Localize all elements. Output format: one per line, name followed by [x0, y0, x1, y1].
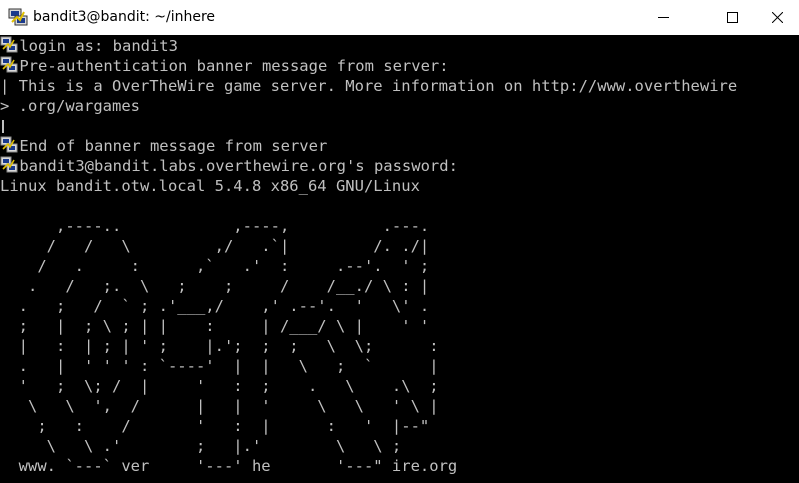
- minimize-icon: [658, 17, 669, 18]
- ascii-art-line: ' ; \; / | ' : ; . \ .\ ;: [0, 377, 439, 395]
- banner-end-line: End of banner message from server: [10, 137, 328, 155]
- ascii-art-line: | : | ; | ' ; |.'; ; ; \ \; :: [0, 337, 439, 355]
- putty-icon[interactable]: [8, 8, 28, 26]
- ascii-art-line: . / ;. \ ; ; / /__./ \ : |: [0, 277, 430, 295]
- login-line: login as: bandit3: [10, 37, 178, 55]
- password-prompt: bandit3@bandit.labs.overthewire.org's pa…: [10, 157, 458, 175]
- minimize-button[interactable]: [640, 0, 686, 35]
- ascii-art-line: / / \ ,/ .`| /. ./|: [0, 237, 430, 255]
- maximize-icon: [727, 12, 738, 23]
- banner-line: | This is a OverTheWire game server. Mor…: [0, 77, 738, 95]
- ascii-art-line: ,----.. ,----, .---.: [0, 217, 430, 235]
- ascii-art-line: ; | ; \ ; | | : | /___/ \ | ' ': [0, 317, 430, 335]
- banner-start-line: Pre-authentication banner message from s…: [10, 57, 449, 75]
- close-button[interactable]: [754, 0, 799, 35]
- window-title: bandit3@bandit: ~/inhere: [33, 9, 216, 25]
- ascii-art-line: . ; / ` ; .'___,/ ,' .--'. ' \' .: [0, 297, 430, 315]
- ascii-art-line: www. `---` ver '---' he '---" ire.org: [0, 457, 458, 475]
- ascii-art-line: / . : ,` .' : .--'. ' ;: [0, 257, 430, 275]
- close-icon: [772, 12, 783, 23]
- ascii-art-line: . | ' ' ' : `----' | | \ ; ` |: [0, 357, 439, 375]
- putty-window: bandit3@bandit: ~/inhere login as: bandi…: [0, 0, 799, 483]
- maximize-button[interactable]: [709, 0, 755, 35]
- terminal-area[interactable]: login as: bandit3 Pre-authentication ban…: [0, 35, 799, 483]
- banner-line: > .org/wargames: [0, 97, 140, 115]
- title-bar[interactable]: bandit3@bandit: ~/inhere: [0, 0, 799, 35]
- system-info-line: Linux bandit.otw.local 5.4.8 x86_64 GNU/…: [0, 177, 420, 195]
- banner-margin-bar: [2, 120, 4, 133]
- ascii-art-line: ; : / ' : | : ' |--": [0, 417, 430, 435]
- ascii-art-line: \ \ .' ; |.' \ \ ;: [0, 437, 402, 455]
- ascii-art-line: \ \ ', / | | ' \ \ ' \ |: [0, 397, 439, 415]
